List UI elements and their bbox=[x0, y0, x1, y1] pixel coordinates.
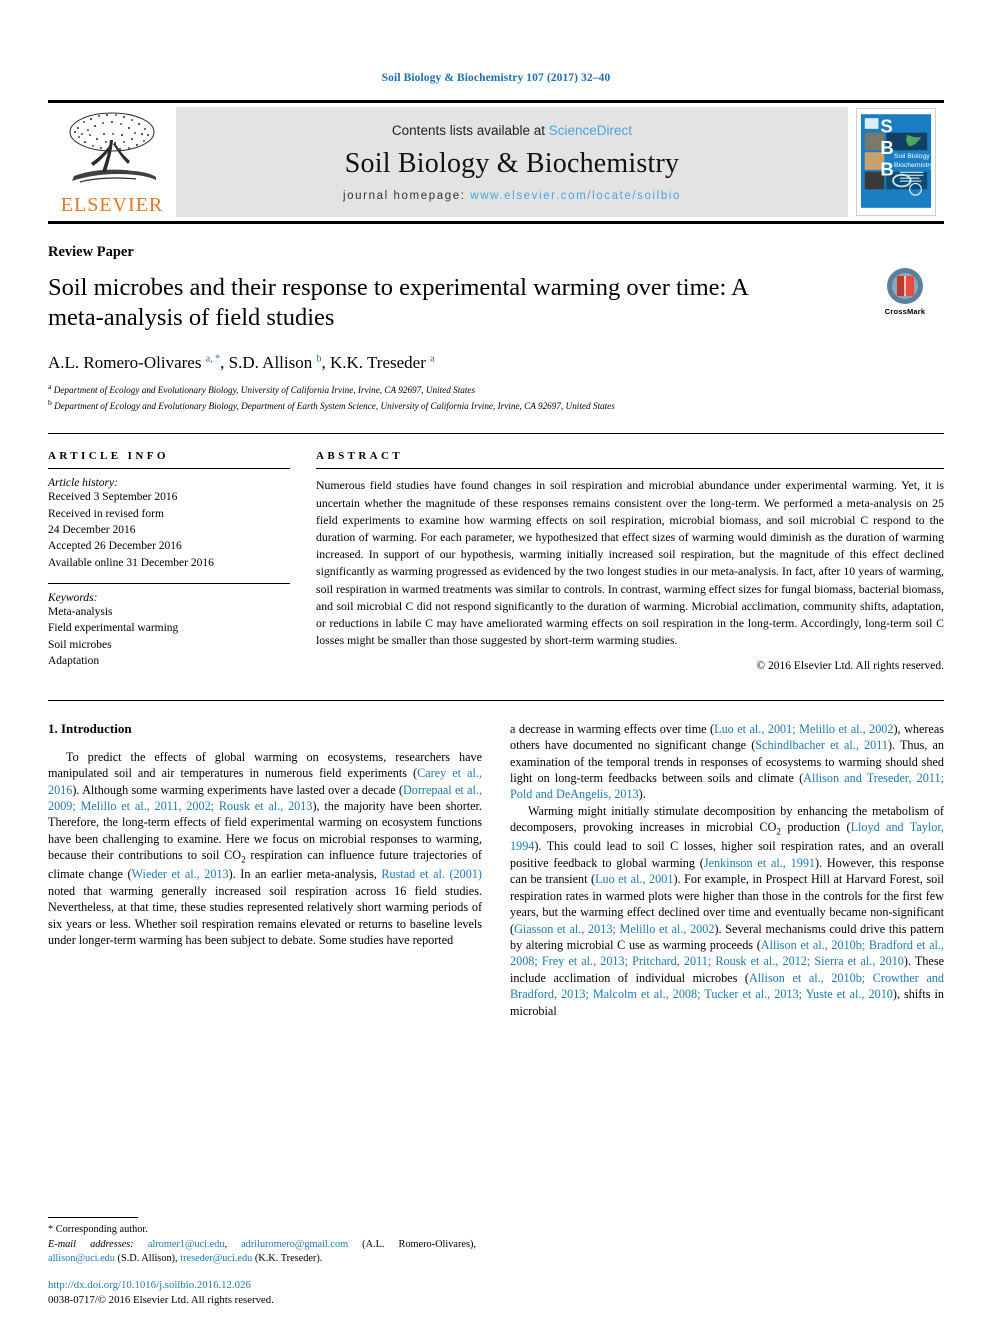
masthead-center: Contents lists available at ScienceDirec… bbox=[176, 107, 848, 217]
section-heading-introduction: 1. Introduction bbox=[48, 720, 132, 736]
running-head: Soil Biology & Biochemistry 107 (2017) 3… bbox=[381, 72, 611, 84]
citation-link[interactable]: Jenkinson et al., 1991 bbox=[704, 856, 815, 870]
history-item: 24 December 2016 bbox=[48, 524, 136, 537]
homepage-prefix: journal homepage: bbox=[343, 189, 466, 202]
citation-link[interactable]: Rustad et al. (2001) bbox=[381, 867, 482, 881]
svg-text:S: S bbox=[880, 116, 892, 137]
email-link[interactable]: alromer1@uci.edu bbox=[148, 1239, 225, 1250]
elsevier-tree-icon bbox=[69, 112, 156, 183]
author-list: A.L. Romero-Olivares a, *, S.D. Allison … bbox=[48, 352, 435, 372]
footer-doi-block: http://dx.doi.org/10.1016/j.soilbio.2016… bbox=[48, 1278, 274, 1309]
corresponding-author-note: * Corresponding author. bbox=[48, 1224, 148, 1236]
keywords-label: Keywords: bbox=[48, 592, 98, 605]
body-column-left: 1. Introduction To predict the effects o… bbox=[48, 721, 482, 1020]
email-label: E-mail addresses: bbox=[48, 1238, 134, 1250]
affiliation-b-text: Department of Ecology and Evolutionary B… bbox=[54, 401, 615, 412]
paper-type-label: Review Paper bbox=[48, 244, 134, 260]
citation-link[interactable]: Lloyd and Taylor, 1994 bbox=[510, 820, 944, 853]
svg-text:B: B bbox=[880, 137, 893, 158]
abstract-text: Numerous field studies have found change… bbox=[316, 478, 944, 648]
affiliation-a-text: Department of Ecology and Evolutionary B… bbox=[53, 384, 476, 395]
history-item: Available online 31 December 2016 bbox=[48, 556, 214, 569]
elsevier-logo: ELSEVIER bbox=[48, 103, 176, 221]
abstract-rule bbox=[316, 468, 944, 470]
citation-link[interactable]: Giasson et al., 2013; Melillo et al., 20… bbox=[514, 922, 714, 936]
journal-cover-thumbnail[interactable]: S B B Soil Biology & Biochemistry bbox=[848, 103, 944, 221]
affiliation-b: b Department of Ecology and Evolutionary… bbox=[48, 398, 615, 412]
svg-text:Biochemistry: Biochemistry bbox=[894, 162, 934, 169]
homepage-url-link[interactable]: www.elsevier.com/locate/soilbio bbox=[470, 190, 681, 202]
email-link[interactable]: allison@uci.edu bbox=[48, 1253, 115, 1264]
article-info-heading: ARTICLE INFO bbox=[48, 450, 169, 463]
citation-link[interactable]: Allison et al., 2010b; Crowther and Brad… bbox=[510, 971, 944, 1001]
article-info-rule bbox=[48, 468, 290, 470]
body-column-right: a decrease in warming effects over time … bbox=[510, 721, 944, 1020]
body-columns: 1. Introduction To predict the effects o… bbox=[48, 699, 944, 1020]
article-history-label: Article history: bbox=[48, 477, 118, 490]
svg-text:Soil Biology &: Soil Biology & bbox=[894, 153, 936, 160]
journal-article-page: Soil Biology & Biochemistry 107 (2017) 3… bbox=[0, 0, 992, 1323]
issn-copyright-line: 0038-0717/© 2016 Elsevier Ltd. All right… bbox=[48, 1294, 274, 1307]
history-item: Received 3 September 2016 bbox=[48, 491, 178, 504]
crossmark-label: CrossMark bbox=[884, 307, 926, 316]
keywords-rule bbox=[48, 583, 290, 585]
email-link[interactable]: adriluromero@gmail.com bbox=[241, 1239, 348, 1250]
page-title: Soil microbes and their response to expe… bbox=[48, 274, 748, 331]
journal-cover-icon: S B B Soil Biology & Biochemistry bbox=[856, 108, 936, 216]
intro-paragraph-right-1: a decrease in warming effects over time … bbox=[510, 721, 944, 802]
contents-prefix: Contents lists available at bbox=[391, 122, 546, 138]
email-link[interactable]: treseder@uci.edu bbox=[180, 1253, 252, 1264]
title-block: Review Paper Soil microbes and their res… bbox=[48, 244, 944, 413]
intro-paragraph-right-2: Warming might initially stimulate decomp… bbox=[510, 803, 945, 1018]
email-addresses-note: E-mail addresses: alromer1@uci.edu, adri… bbox=[48, 1238, 476, 1267]
affiliation-a: a Department of Ecology and Evolutionary… bbox=[48, 381, 476, 395]
journal-masthead: ELSEVIER Contents lists available at Sci… bbox=[48, 100, 944, 224]
abstract-heading: ABSTRACT bbox=[316, 450, 404, 463]
article-history-list: Received 3 September 2016 Received in re… bbox=[48, 489, 290, 571]
keyword-item: Soil microbes bbox=[48, 638, 112, 651]
citation-link[interactable]: Luo et al., 2001 bbox=[595, 872, 673, 886]
citation-link[interactable]: Allison et al., 2010b; Bradford et al., … bbox=[510, 938, 944, 968]
history-item: Accepted 26 December 2016 bbox=[48, 540, 182, 553]
journal-name: Soil Biology & Biochemistry bbox=[344, 147, 680, 179]
abstract-column: ABSTRACT Numerous field studies have fou… bbox=[316, 450, 944, 672]
crossmark-icon bbox=[887, 268, 923, 304]
footnote-block: * Corresponding author. E-mail addresses… bbox=[48, 1217, 476, 1267]
sciencedirect-link[interactable]: ScienceDirect bbox=[549, 123, 632, 138]
citation-link[interactable]: Wieder et al., 2013 bbox=[132, 867, 229, 881]
keywords-list: Meta-analysis Field experimental warming… bbox=[48, 604, 290, 669]
citation-link[interactable]: Dorrepaal et al., 2009; Melillo et al., … bbox=[48, 783, 482, 813]
keyword-item: Field experimental warming bbox=[48, 622, 179, 635]
intro-paragraph-left: To predict the effects of global warming… bbox=[48, 749, 482, 948]
footnote-divider bbox=[48, 1217, 138, 1219]
elsevier-wordmark: ELSEVIER bbox=[60, 194, 164, 216]
affiliation-list: a Department of Ecology and Evolutionary… bbox=[48, 381, 944, 414]
article-info-column: ARTICLE INFO Article history: Received 3… bbox=[48, 450, 290, 671]
journal-homepage-line: journal homepage: www.elsevier.com/locat… bbox=[343, 190, 681, 202]
crossmark-badge[interactable]: CrossMark bbox=[866, 266, 944, 316]
svg-text:B: B bbox=[880, 159, 893, 180]
keyword-item: Adaptation bbox=[48, 655, 100, 667]
keyword-item: Meta-analysis bbox=[48, 606, 113, 619]
abstract-copyright: © 2016 Elsevier Ltd. All rights reserved… bbox=[756, 659, 944, 672]
citation-link[interactable]: Luo et al., 2001; Melillo et al., 2002 bbox=[714, 722, 893, 736]
info-abstract-region: ARTICLE INFO Article history: Received 3… bbox=[48, 433, 944, 672]
doi-link[interactable]: http://dx.doi.org/10.1016/j.soilbio.2016… bbox=[48, 1278, 274, 1294]
history-item: Received in revised form bbox=[48, 507, 164, 520]
citation-link[interactable]: Schindlbacher et al., 2011 bbox=[755, 738, 888, 752]
citation-link[interactable]: Allison and Treseder, 2011; Pold and DeA… bbox=[510, 771, 944, 801]
contents-available-line: Contents lists available at ScienceDirec… bbox=[392, 123, 632, 138]
